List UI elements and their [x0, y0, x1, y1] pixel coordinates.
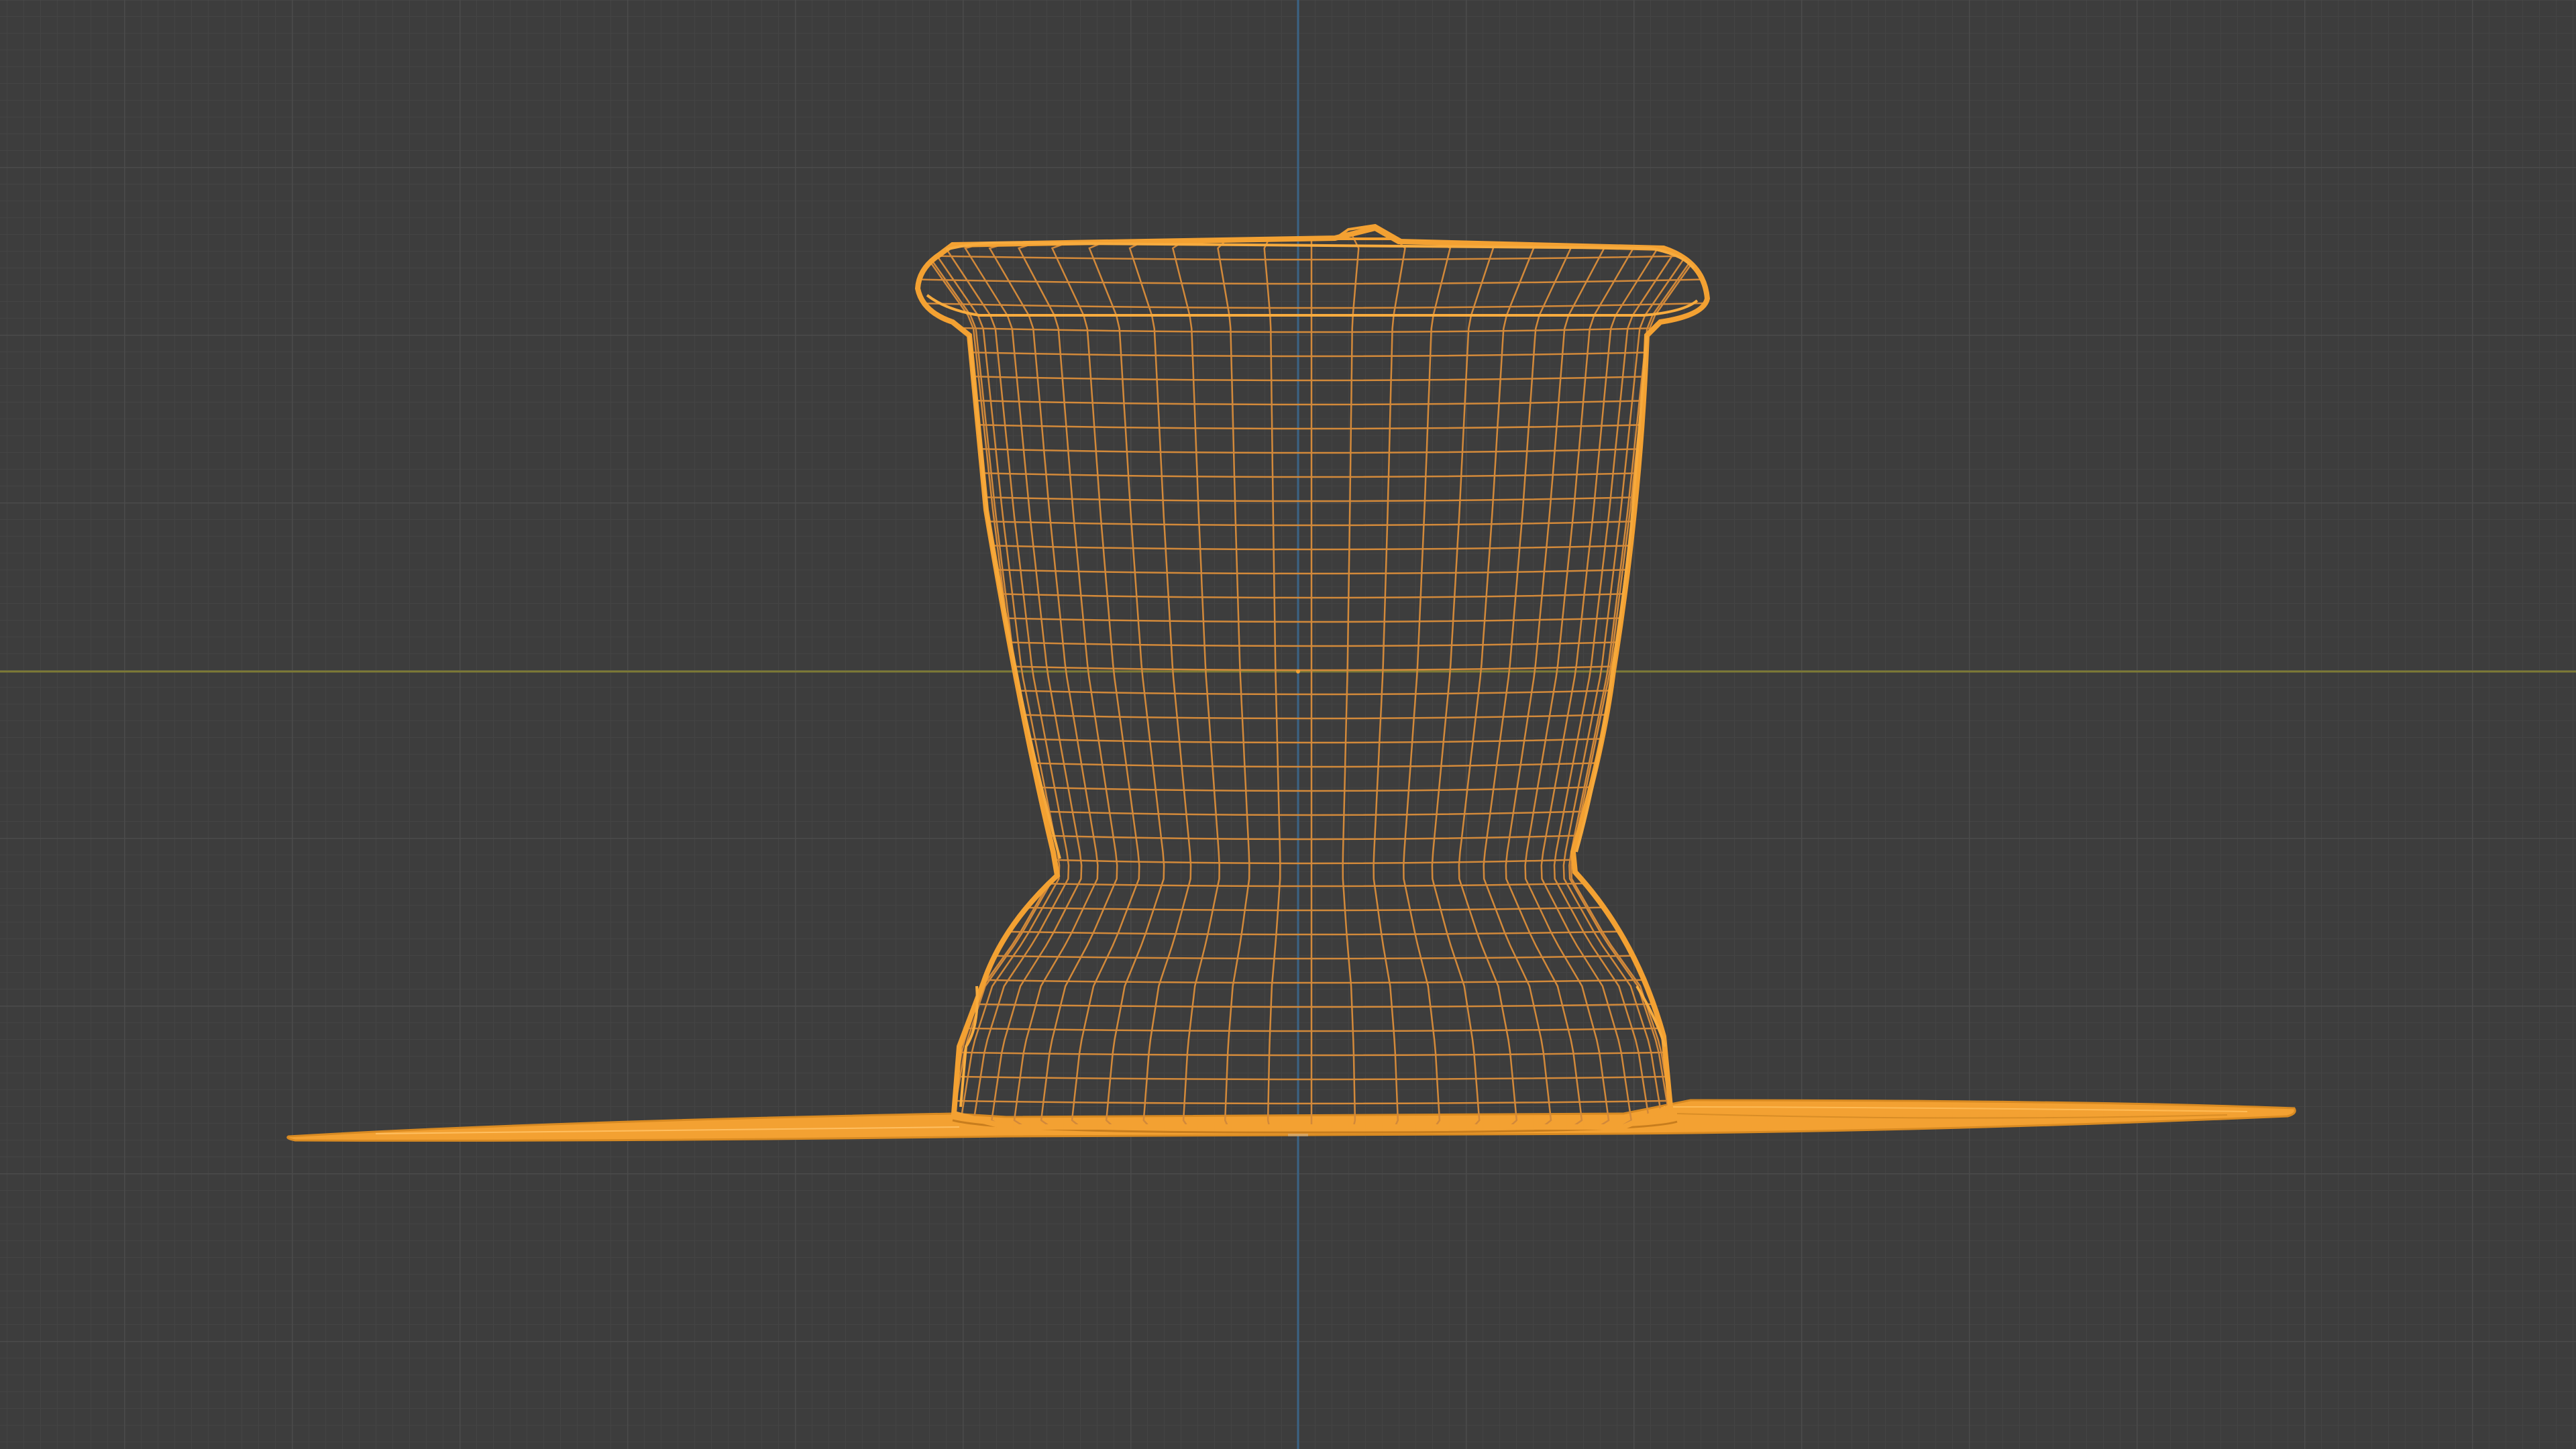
object-origin-point: [1296, 669, 1300, 674]
viewport-grid: [0, 0, 2576, 1449]
3d-cursor-marker: [1288, 1134, 1308, 1136]
3d-viewport[interactable]: [0, 0, 2576, 1449]
viewport-canvas[interactable]: [0, 0, 2576, 1449]
